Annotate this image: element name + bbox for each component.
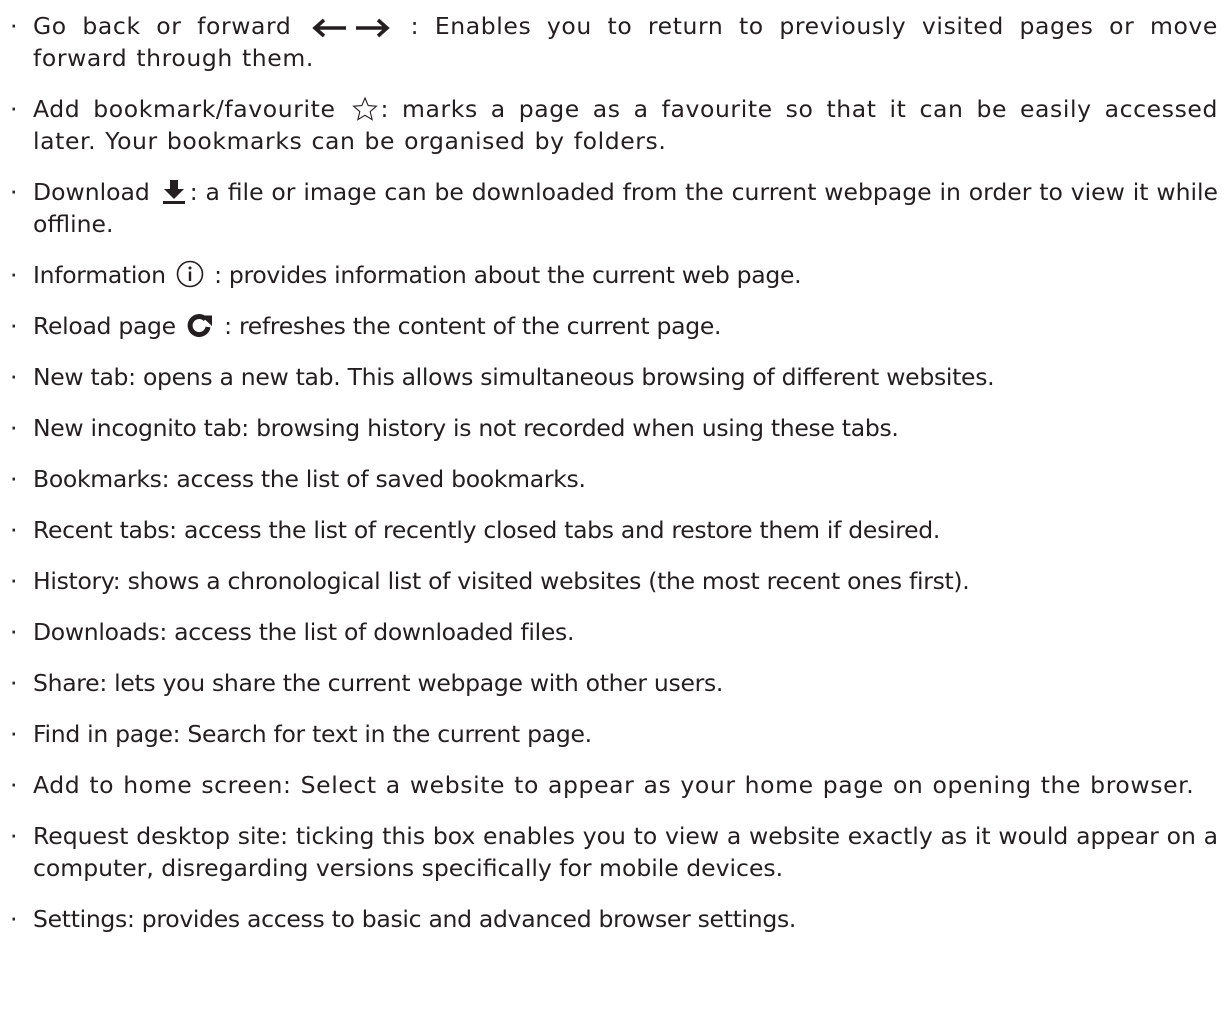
- download-icon: [161, 179, 187, 205]
- list-item-settings: · Settings: provides access to basic and…: [10, 903, 1218, 935]
- item-text: Downloads: access the list of downloaded…: [33, 618, 575, 646]
- bullet: ·: [10, 669, 18, 697]
- bullet: ·: [10, 618, 18, 646]
- item-text: History: shows a chronological list of v…: [33, 567, 970, 595]
- browser-features-page: · Go back or forward : Enables you to re…: [0, 0, 1232, 1015]
- item-description: : refreshes the content of the current p…: [217, 312, 722, 340]
- bullet: ·: [10, 261, 18, 289]
- list-item-information: · Information : provides information abo…: [10, 259, 1218, 291]
- item-text: Recent tabs: access the list of recently…: [33, 516, 941, 544]
- star-outline-icon: [351, 96, 378, 122]
- item-text: Request desktop site: ticking this box e…: [33, 822, 1218, 882]
- item-text: New incognito tab: browsing history is n…: [33, 414, 899, 442]
- item-text: New tab: opens a new tab. This allows si…: [33, 363, 995, 391]
- list-item-add-to-home-screen: · Add to home screen: Select a website t…: [10, 769, 1218, 801]
- list-item-recent-tabs: · Recent tabs: access the list of recent…: [10, 514, 1218, 546]
- bullet: ·: [10, 720, 18, 748]
- item-description: : a file or image can be downloaded from…: [33, 178, 1218, 238]
- list-item-add-bookmark: · Add bookmark/favourite : marks a page …: [10, 93, 1218, 157]
- item-label: Information: [33, 261, 166, 289]
- item-text: Settings: provides access to basic and a…: [33, 905, 797, 933]
- list-item-new-incognito-tab: · New incognito tab: browsing history is…: [10, 412, 1218, 444]
- item-label: Go back or forward: [33, 12, 292, 40]
- bullet: ·: [10, 516, 18, 544]
- arrow-right-icon: [354, 17, 392, 39]
- list-item-reload-page: · Reload page : refreshes the content of…: [10, 310, 1218, 342]
- item-description: : provides information about the current…: [206, 261, 802, 289]
- reload-icon: [186, 313, 214, 339]
- item-text: Add to home screen: Select a website to …: [33, 771, 1195, 799]
- list-item-request-desktop-site: · Request desktop site: ticking this box…: [10, 820, 1218, 884]
- item-label: Reload page: [33, 312, 176, 340]
- bullet: ·: [10, 12, 19, 40]
- list-item-find-in-page: · Find in page: Search for text in the c…: [10, 718, 1218, 750]
- info-circle-icon: [176, 260, 204, 288]
- bullet: ·: [10, 95, 19, 123]
- arrow-left-icon: [310, 17, 348, 39]
- item-text: Bookmarks: access the list of saved book…: [33, 465, 586, 493]
- bullet: ·: [10, 567, 18, 595]
- bullet: ·: [10, 771, 19, 799]
- bullet: ·: [10, 178, 18, 206]
- bullet: ·: [10, 414, 18, 442]
- list-item-go-back-forward: · Go back or forward : Enables you to re…: [10, 10, 1218, 74]
- item-text: Find in page: Search for text in the cur…: [33, 720, 592, 748]
- list-item-history: · History: shows a chronological list of…: [10, 565, 1218, 597]
- list-item-share: · Share: lets you share the current webp…: [10, 667, 1218, 699]
- bullet: ·: [10, 822, 18, 850]
- item-label: Download: [33, 178, 150, 206]
- bullet: ·: [10, 312, 18, 340]
- item-text: Share: lets you share the current webpag…: [33, 669, 724, 697]
- feature-list: · Go back or forward : Enables you to re…: [10, 10, 1218, 935]
- bullet: ·: [10, 465, 18, 493]
- list-item-download: · Download : a file or image can be down…: [10, 176, 1218, 240]
- bullet: ·: [10, 363, 18, 391]
- list-item-downloads: · Downloads: access the list of download…: [10, 616, 1218, 648]
- list-item-new-tab: · New tab: opens a new tab. This allows …: [10, 361, 1218, 393]
- bullet: ·: [10, 905, 18, 933]
- item-label: Add bookmark/favourite: [33, 95, 336, 123]
- list-item-bookmarks: · Bookmarks: access the list of saved bo…: [10, 463, 1218, 495]
